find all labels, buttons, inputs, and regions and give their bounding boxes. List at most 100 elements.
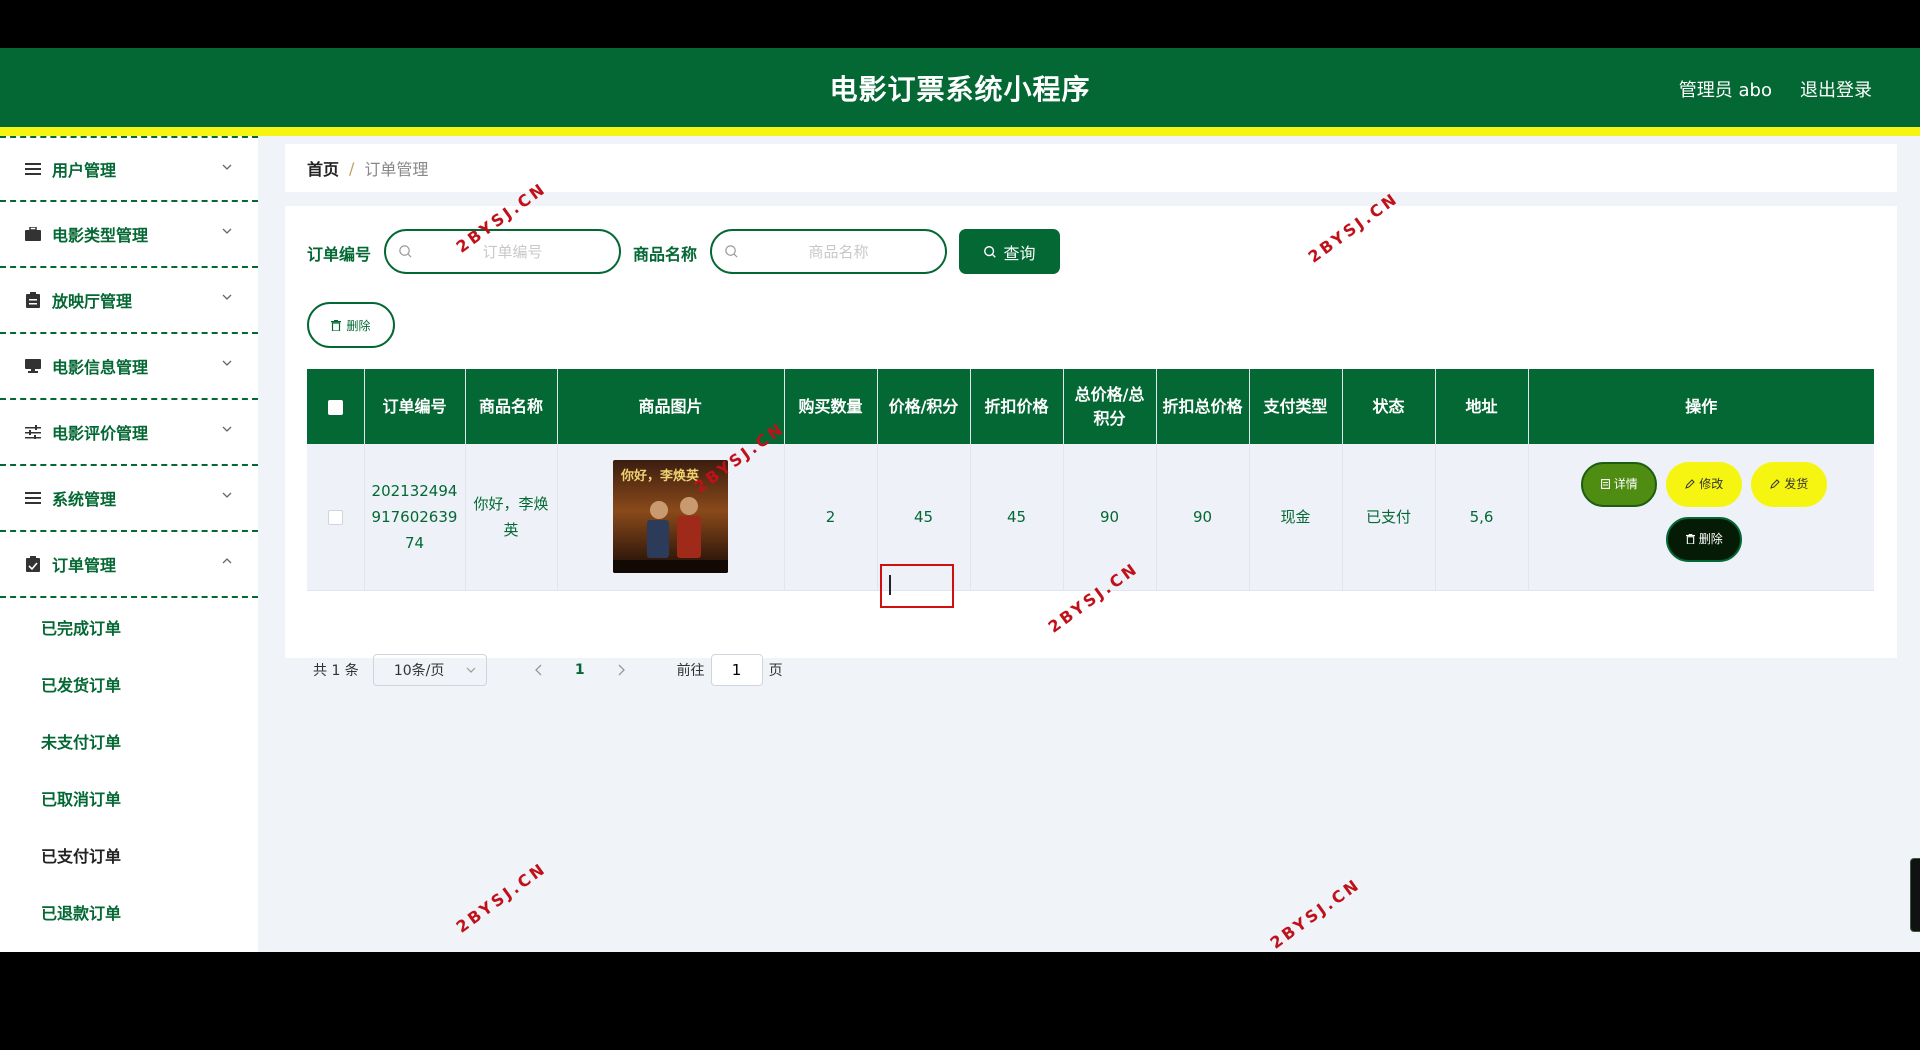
address-cell: 5,6 <box>1435 444 1529 591</box>
pencil-icon <box>1770 479 1780 490</box>
query-button-label: 查询 <box>1003 243 1036 263</box>
row-checkbox[interactable] <box>327 509 343 525</box>
chevron-right-icon <box>618 664 625 676</box>
chevron-up-icon <box>222 558 232 564</box>
order-no-label: 订单编号 <box>307 245 372 264</box>
top-header: 电影订票系统小程序 管理员 abo 退出登录 <box>0 48 1920 127</box>
product-name-search-field[interactable] <box>710 229 947 274</box>
select-all-checkbox[interactable] <box>327 399 343 415</box>
sidebar: 用户管理 电影类型管理 放映厅管理 电影信息管理 电影评价管理 系统管理 订单管… <box>0 136 258 952</box>
payment-type-cell: 现金 <box>1249 444 1343 591</box>
next-page-button[interactable] <box>611 660 631 680</box>
column-header: 折扣价格 <box>970 369 1064 444</box>
page-size-select[interactable]: 10条/页 <box>372 654 487 686</box>
search-icon <box>984 245 997 258</box>
sidebar-item-label: 放映厅管理 <box>52 292 133 311</box>
column-header: 操作 <box>1528 369 1874 444</box>
goto-label: 前往 <box>676 663 705 679</box>
table-row[interactable]: 20213249491760263974 你好，李焕英 你好，李焕英 2 45 … <box>307 444 1874 591</box>
trash-icon <box>1685 534 1695 545</box>
goto-page-input[interactable] <box>710 654 763 686</box>
detail-button[interactable]: 详情 <box>1581 461 1658 507</box>
column-header: 购买数量 <box>784 369 878 444</box>
query-button[interactable]: 查询 <box>959 229 1060 274</box>
product-name-cell: 你好，李焕英 <box>465 444 558 591</box>
column-header: 商品名称 <box>465 369 558 444</box>
detail-button-label: 详情 <box>1613 477 1638 492</box>
order-no-cell: 20213249491760263974 <box>364 444 466 591</box>
product-image-cell: 你好，李焕英 <box>557 444 785 591</box>
breadcrumb-current: 订单管理 <box>364 160 429 179</box>
ship-button[interactable]: 发货 <box>1751 461 1828 507</box>
row-select-cell <box>307 444 365 591</box>
sidebar-item-movie-review-management[interactable]: 电影评价管理 <box>0 400 258 466</box>
page-size-value: 10条/页 <box>393 663 445 679</box>
document-icon <box>1600 479 1610 490</box>
goto-unit: 页 <box>768 663 783 679</box>
header-accent-stripe <box>0 127 1920 136</box>
chevron-down-icon <box>222 492 232 498</box>
search-icon <box>725 245 738 258</box>
clipboard-icon <box>24 292 42 308</box>
total-count: 共 1 条 <box>313 663 359 679</box>
submenu-refunded-orders[interactable]: 已退款订单 <box>0 883 258 940</box>
sidebar-item-system-management[interactable]: 系统管理 <box>0 466 258 532</box>
status-cell: 已支付 <box>1342 444 1436 591</box>
text-cursor <box>889 575 891 595</box>
trash-icon <box>331 319 342 331</box>
chevron-down-icon <box>222 164 232 170</box>
clipboard-check-icon <box>24 556 42 572</box>
order-no-input[interactable] <box>420 241 605 263</box>
chevron-down-icon <box>222 360 232 366</box>
sidebar-item-movie-info-management[interactable]: 电影信息管理 <box>0 334 258 400</box>
sidebar-item-label: 订单管理 <box>52 556 117 575</box>
briefcase-icon <box>24 226 42 242</box>
edit-button[interactable]: 修改 <box>1666 461 1743 507</box>
list-icon <box>24 161 42 177</box>
sidebar-item-label: 电影信息管理 <box>52 358 149 377</box>
prev-page-button[interactable] <box>529 660 549 680</box>
batch-delete-button[interactable]: 删除 <box>307 302 395 348</box>
submenu-completed-orders[interactable]: 已完成订单 <box>0 598 258 655</box>
pencil-icon <box>1685 479 1695 490</box>
total-price-cell: 90 <box>1063 444 1157 591</box>
watermark: 2BYSJ.CN <box>452 858 551 937</box>
column-header: 价格/积分 <box>877 369 971 444</box>
product-name-label: 商品名称 <box>633 245 698 264</box>
column-header: 订单编号 <box>364 369 466 444</box>
admin-user-label: 管理员 abo <box>1678 80 1772 101</box>
sidebar-item-order-management[interactable]: 订单管理 <box>0 532 258 598</box>
breadcrumb-separator: / <box>349 158 355 178</box>
submenu-cancelled-orders[interactable]: 已取消订单 <box>0 769 258 826</box>
page-number[interactable]: 1 <box>575 662 585 678</box>
search-icon <box>399 245 412 258</box>
actions-cell: 详情 修改 发货 删除 <box>1528 444 1874 591</box>
sidebar-item-label: 电影类型管理 <box>52 226 149 245</box>
batch-delete-label: 删除 <box>346 318 371 333</box>
column-header: 地址 <box>1435 369 1529 444</box>
row-delete-button[interactable]: 删除 <box>1666 516 1743 562</box>
chevron-down-icon <box>222 228 232 234</box>
breadcrumb-home-link[interactable]: 首页 <box>307 156 339 180</box>
sidebar-item-label: 用户管理 <box>52 161 117 180</box>
submenu-paid-orders[interactable]: 已支付订单 <box>0 826 258 883</box>
orders-table: 订单编号 商品名称 商品图片 购买数量 价格/积分 折扣价格 总价格/总积分 折… <box>307 369 1874 591</box>
order-no-search-field[interactable] <box>384 229 621 274</box>
chevron-down-icon <box>222 294 232 300</box>
chevron-down-icon <box>222 426 232 432</box>
side-panel-handle[interactable] <box>1910 858 1920 932</box>
app-screen: 电影订票系统小程序 管理员 abo 退出登录 用户管理 电影类型管理 放映厅管理 <box>0 48 1920 952</box>
submenu-shipped-orders[interactable]: 已发货订单 <box>0 655 258 712</box>
sidebar-item-hall-management[interactable]: 放映厅管理 <box>0 268 258 334</box>
logout-link[interactable]: 退出登录 <box>1800 76 1872 102</box>
highlight-box <box>880 564 954 608</box>
sidebar-item-user-management[interactable]: 用户管理 <box>0 136 258 202</box>
submenu-unpaid-orders[interactable]: 未支付订单 <box>0 712 258 769</box>
pagination: 共 1 条 10条/页 1 前往 页 <box>313 654 783 686</box>
app-title: 电影订票系统小程序 <box>829 73 1091 106</box>
column-header: 商品图片 <box>557 369 785 444</box>
product-name-input[interactable] <box>746 241 931 263</box>
sidebar-item-movie-type-management[interactable]: 电影类型管理 <box>0 202 258 268</box>
chevron-down-icon <box>466 667 476 673</box>
column-header: 状态 <box>1342 369 1436 444</box>
